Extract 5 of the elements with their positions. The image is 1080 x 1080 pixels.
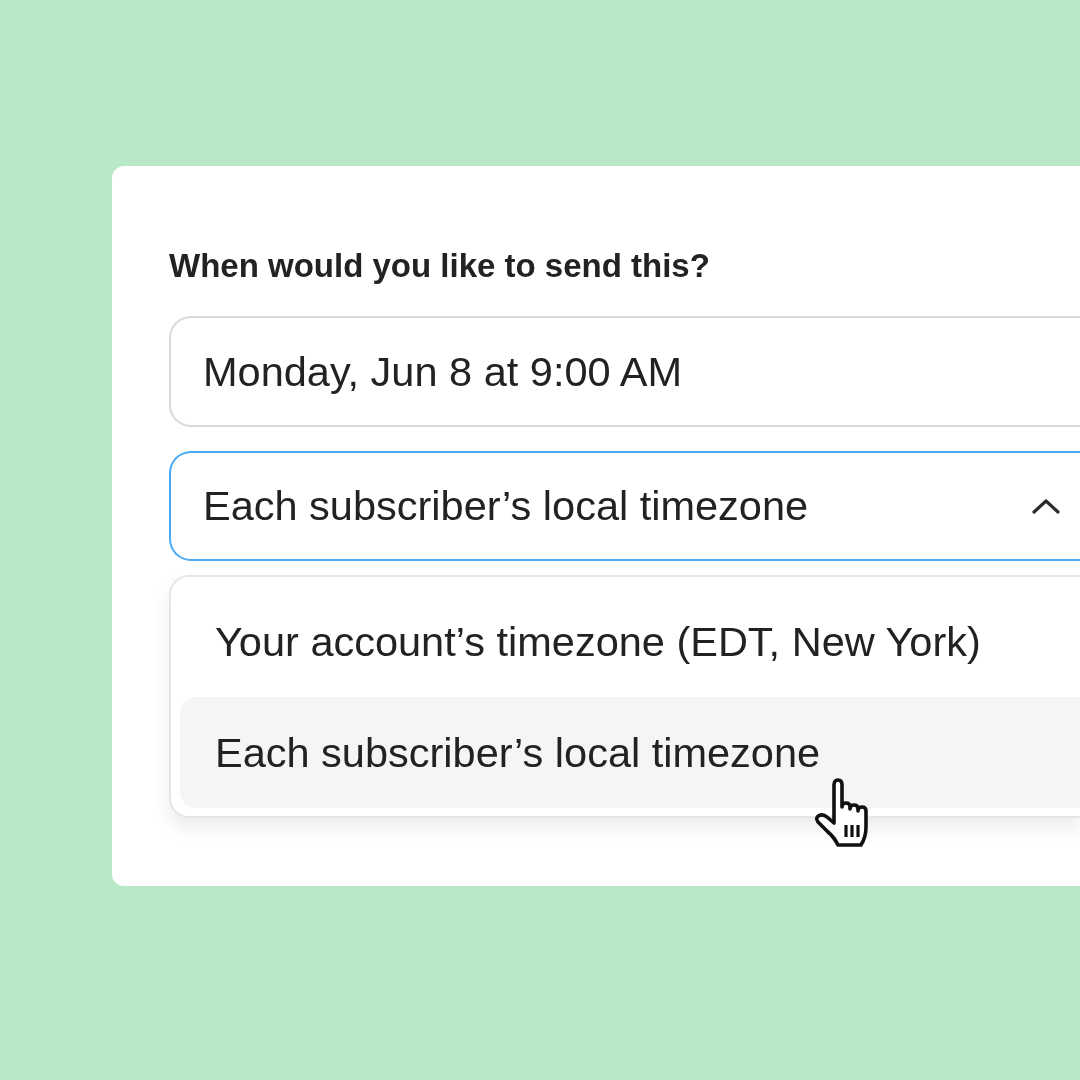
question-label: When would you like to send this?: [169, 246, 710, 286]
timezone-select[interactable]: Each subscriber’s local timezone: [169, 451, 1080, 561]
date-time-field[interactable]: Monday, Jun 8 at 9:00 AM: [169, 316, 1080, 427]
dropdown-option[interactable]: Your account’s timezone (EDT, New York): [180, 586, 1080, 697]
chevron-up-icon: [1032, 498, 1060, 514]
